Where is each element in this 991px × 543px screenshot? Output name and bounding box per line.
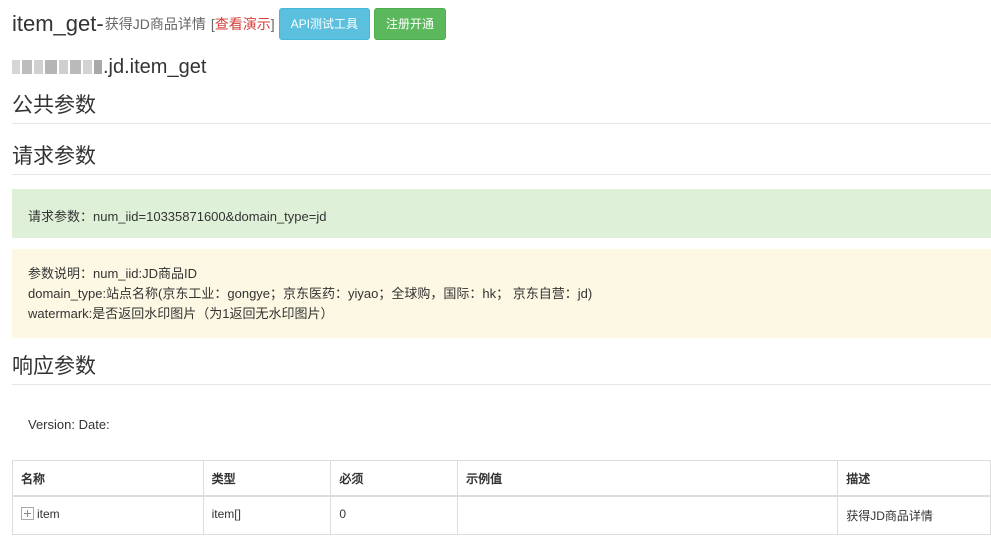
cell-required: 0: [330, 495, 459, 535]
redacted-prefix: [12, 60, 102, 74]
public-params-heading: 公共参数: [12, 89, 991, 124]
table-header-row: 名称 类型 必须 示例值 描述: [12, 460, 991, 497]
register-button[interactable]: 注册开通: [373, 8, 446, 40]
column-header-description: 描述: [837, 460, 991, 497]
cell-name-text: item: [37, 507, 60, 521]
column-header-name: 名称: [12, 460, 204, 497]
cell-description: 获得JD商品详情: [837, 495, 991, 535]
bracket-close: ]: [270, 16, 275, 32]
explanation-line: domain_type:站点名称(京东工业：gongye；京东医药：yiyao；…: [28, 286, 593, 301]
view-demo-link[interactable]: 查看演示: [215, 14, 271, 34]
cell-example: [457, 495, 839, 535]
column-header-type: 类型: [202, 460, 332, 497]
request-example-text: 请求参数：num_iid=10335871600&domain_type=jd: [28, 209, 327, 224]
column-header-example: 示例值: [457, 460, 839, 497]
explanation-line: watermark:是否返回水印图片（为1返回无水印图片）: [28, 306, 334, 321]
response-params-heading: 响应参数: [12, 350, 991, 385]
api-title-row: item_get- 获得JD商品详情 [ 查看演示 ] API测试工具 注册开通: [12, 8, 446, 40]
cell-name: item: [12, 495, 204, 535]
request-example-box: 请求参数：num_iid=10335871600&domain_type=jd: [12, 189, 991, 238]
version-text: Version: Date:: [28, 417, 110, 432]
method-suffix: .jd.item_get: [103, 55, 207, 78]
table-row: item item[] 0 获得JD商品详情: [12, 495, 991, 535]
expand-plus-icon[interactable]: [21, 507, 34, 520]
cell-type: item[]: [202, 495, 332, 535]
explanation-line: 参数说明：num_iid:JD商品ID: [28, 266, 198, 281]
api-description: 获得JD商品详情: [104, 16, 206, 32]
method-name: .jd.item_get: [12, 54, 206, 80]
api-name: item_get-: [12, 11, 104, 36]
response-params-table: 名称 类型 必须 示例值 描述 item item[] 0 获得JD商品详情: [12, 460, 991, 535]
request-params-heading: 请求参数: [12, 140, 991, 175]
api-test-tool-button[interactable]: API测试工具: [278, 8, 370, 40]
param-explanation-box: 参数说明：num_iid:JD商品ID domain_type:站点名称(京东工…: [12, 249, 991, 338]
column-header-required: 必须: [330, 460, 459, 497]
